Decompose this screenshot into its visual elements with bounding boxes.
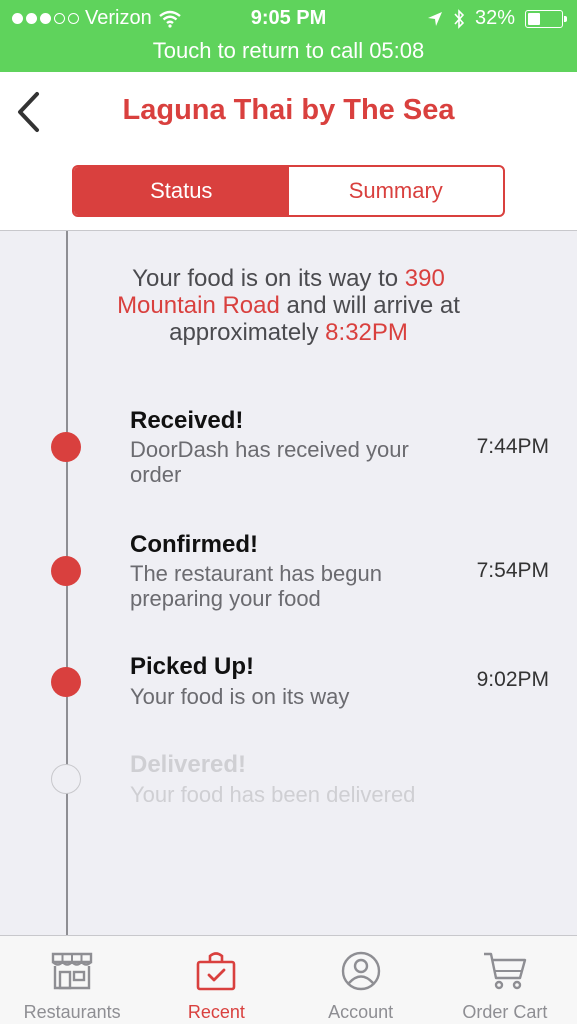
tab-status[interactable]: Status	[74, 167, 289, 215]
back-button[interactable]	[10, 90, 50, 134]
shopping-cart-icon	[483, 952, 527, 990]
battery-percent: 32%	[474, 7, 515, 29]
call-status-bar[interactable]: Verizon 9:05 PM 32% Touch to return to c…	[0, 0, 577, 72]
order-status-panel[interactable]: Your food is on its way to 390 Mountain …	[0, 231, 577, 935]
restaurant-title: Laguna Thai by The Sea	[122, 94, 455, 126]
delivery-summary: Your food is on its way to 390 Mountain …	[80, 265, 497, 346]
location-arrow-icon	[427, 11, 442, 26]
step-complete-dot-icon	[51, 556, 81, 586]
return-to-call-banner[interactable]: Touch to return to call 05:08	[0, 38, 577, 64]
account-user-icon	[341, 951, 380, 991]
tab-account[interactable]: Account	[289, 936, 433, 1024]
tab-restaurants[interactable]: Restaurants	[0, 936, 144, 1024]
tab-label: Account	[328, 1002, 394, 1022]
step-complete-dot-icon	[51, 432, 81, 462]
nav-header: Laguna Thai by The Sea	[0, 72, 577, 152]
step-title: Confirmed!	[130, 531, 258, 558]
battery-icon	[525, 9, 567, 28]
tab-recent[interactable]: Recent	[144, 936, 288, 1024]
step-description: Your food has been delivered	[130, 782, 416, 807]
status-summary-segmented-control: Status Summary	[72, 165, 505, 217]
tab-label: Recent	[187, 1002, 245, 1022]
step-pending-dot-icon	[51, 764, 81, 794]
step-title: Received!	[130, 407, 244, 434]
step-title: Picked Up!	[130, 653, 255, 680]
step-time: 7:54PM	[476, 559, 549, 582]
step-description: Your food is on its way	[130, 684, 350, 709]
step-time: 9:02PM	[476, 668, 549, 691]
summary-text-1: Your food is on its way to	[132, 265, 405, 292]
step-description: The restaurant has begun preparing your …	[130, 561, 382, 611]
tab-order-cart[interactable]: Order Cart	[433, 936, 577, 1024]
bottom-tab-bar: Restaurants Recent Account Order Cart	[0, 935, 577, 1024]
delivery-eta: 8:32PM	[325, 319, 408, 346]
step-time: 7:44PM	[476, 435, 549, 458]
bluetooth-icon	[454, 8, 465, 29]
tab-label: Order Cart	[462, 1002, 548, 1022]
tab-label: Restaurants	[23, 1002, 121, 1022]
status-bar: Verizon 9:05 PM 32%	[0, 0, 577, 38]
step-description: DoorDash has received your order	[130, 437, 409, 487]
step-complete-dot-icon	[51, 667, 81, 697]
shopping-bag-check-icon	[197, 952, 236, 991]
tab-summary[interactable]: Summary	[289, 167, 504, 215]
storefront-icon	[51, 952, 93, 990]
step-title: Delivered!	[130, 751, 247, 778]
chevron-left-icon	[18, 92, 39, 132]
status-right: 32%	[427, 7, 567, 30]
